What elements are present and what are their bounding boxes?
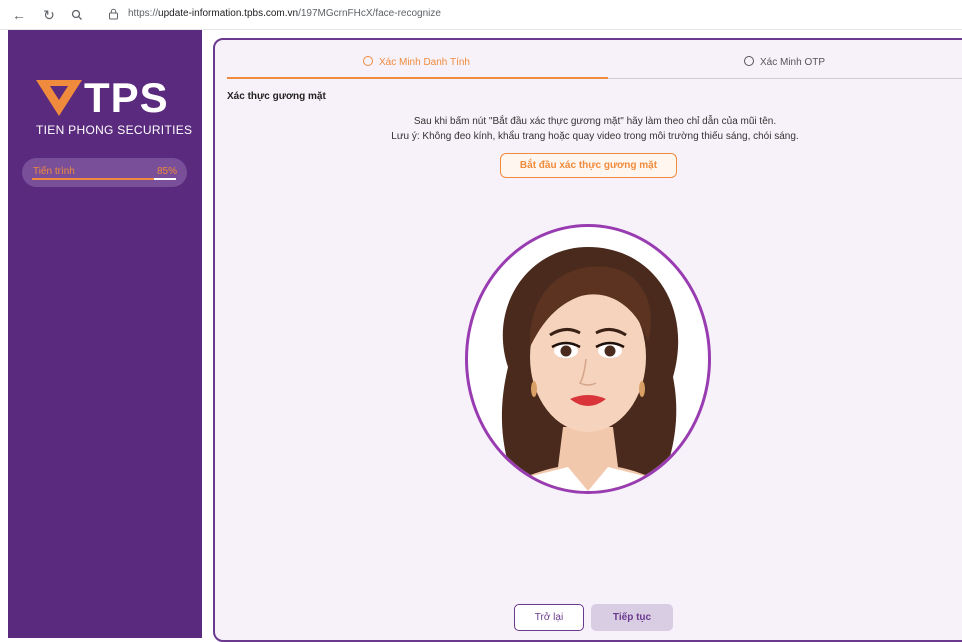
reload-icon[interactable]: ↻ <box>40 6 58 24</box>
instruction-text: Sau khi bấm nút "Bắt đầu xác thực gương … <box>413 116 777 127</box>
url-text: https://update-information.tpbs.com.vn/1… <box>128 8 441 19</box>
progress-track <box>32 178 176 180</box>
url-prefix: https:// <box>128 8 159 19</box>
warning-text: Lưu ý: Không đeo kính, khẩu trang hoặc q… <box>391 131 799 142</box>
step-otp[interactable]: Xác Minh OTP <box>744 56 825 80</box>
back-button[interactable]: Trở lại <box>514 604 584 631</box>
face-illustration <box>501 247 679 491</box>
radio-icon <box>363 56 373 66</box>
back-arrow-icon[interactable]: ← <box>10 6 28 24</box>
active-step-underline <box>227 77 608 79</box>
step-label: Xác Minh OTP <box>760 57 826 68</box>
progress-indicator: Tiến trình 85% <box>22 158 187 187</box>
section-title: Xác thực gương mặt <box>227 91 326 102</box>
progress-label: Tiến trình <box>33 166 75 177</box>
radio-icon <box>744 56 754 66</box>
main-panel: Xác Minh Danh Tính Xác Minh OTP Xác thực… <box>213 38 962 642</box>
step-label: Xác Minh Danh Tính <box>379 57 470 68</box>
search-icon[interactable] <box>68 6 86 24</box>
face-preview <box>465 224 711 494</box>
browser-toolbar: ← ↻ https://update-information.tpbs.com.… <box>0 0 962 30</box>
brand-name: TPS <box>84 74 169 121</box>
progress-fill <box>32 178 155 180</box>
sidebar: TPS TIEN PHONG SECURITIES Tiến trình 85% <box>8 30 202 638</box>
tps-logo-icon <box>36 80 82 116</box>
url-path: /197MGcrnFHcX/face-recognize <box>298 8 441 19</box>
site-info-icon[interactable] <box>108 8 120 22</box>
address-bar[interactable]: https://update-information.tpbs.com.vn/1… <box>100 6 958 25</box>
url-host: update-information.tpbs.com.vn <box>158 8 299 19</box>
progress-value: 85% <box>156 166 177 177</box>
start-face-verification-button[interactable]: Bắt đầu xác thực gương mặt <box>500 153 677 178</box>
tps-logo: TPS <box>36 74 176 121</box>
continue-button[interactable]: Tiếp tục <box>591 604 673 631</box>
step-divider <box>608 78 962 79</box>
brand-subtitle: TIEN PHONG SECURITIES <box>36 123 193 137</box>
